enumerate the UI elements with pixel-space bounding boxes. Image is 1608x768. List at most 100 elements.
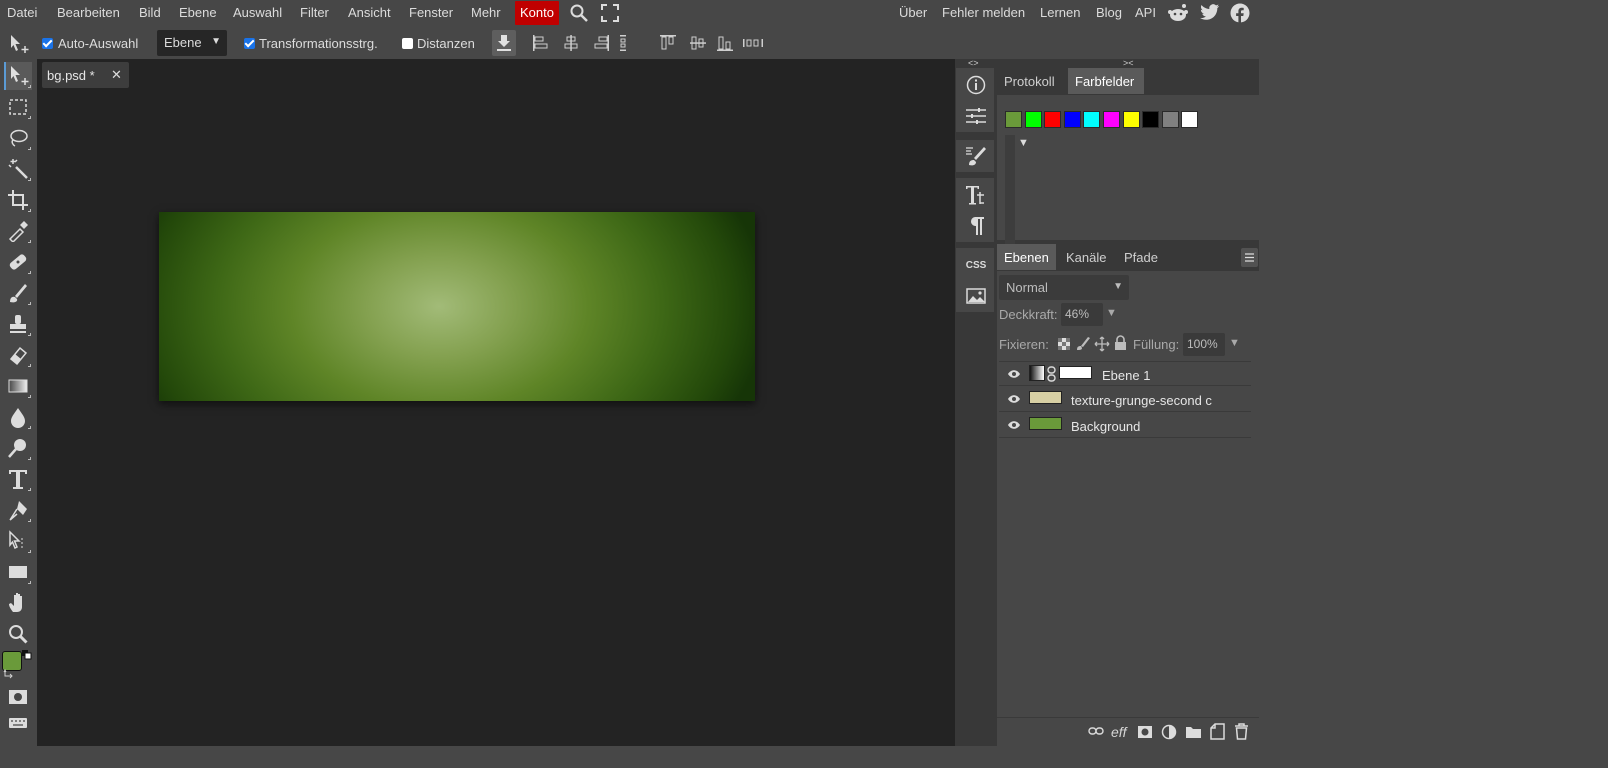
fullscreen-icon[interactable] <box>601 4 619 22</box>
add-mask-icon[interactable] <box>1137 725 1153 739</box>
layer-row-background[interactable]: Background <box>999 413 1251 438</box>
default-colors-icon[interactable] <box>22 650 32 660</box>
color-swatch[interactable] <box>1103 111 1120 128</box>
distribute-v-icon[interactable] <box>742 34 764 52</box>
tool-marquee[interactable] <box>4 93 32 121</box>
align-bottom-icon[interactable] <box>716 34 734 52</box>
blend-mode-select[interactable]: Normal ▼ <box>999 275 1129 300</box>
tool-shape[interactable] <box>4 558 32 586</box>
paragraph-button[interactable] <box>959 211 993 241</box>
swatch-group-toggle-icon[interactable]: ▼ <box>1018 137 1029 149</box>
menu-api[interactable]: API <box>1135 5 1156 20</box>
lock-transparency-icon[interactable] <box>1057 337 1071 351</box>
opacity-input[interactable]: 46% <box>1061 303 1103 326</box>
menu-ebene[interactable]: Ebene <box>179 5 217 20</box>
tool-crop[interactable] <box>4 186 32 214</box>
swatch-scrollbar[interactable] <box>1005 135 1015 245</box>
eye-icon[interactable] <box>1007 369 1021 379</box>
brush-settings-button[interactable] <box>959 141 993 171</box>
reddit-icon[interactable] <box>1167 3 1189 23</box>
menu-filter[interactable]: Filter <box>300 5 329 20</box>
tool-hand[interactable] <box>4 589 32 617</box>
tab-kanaele[interactable]: Kanäle <box>1066 244 1106 270</box>
tool-gradient[interactable] <box>4 372 32 400</box>
tool-keyboard[interactable] <box>4 709 32 737</box>
adjustment-layer-icon[interactable] <box>1161 724 1177 740</box>
align-top-icon[interactable] <box>659 34 677 52</box>
tool-zoom[interactable] <box>4 620 32 648</box>
info-button[interactable] <box>959 70 993 100</box>
color-swatch[interactable] <box>1024 111 1042 128</box>
tool-quick-mask[interactable] <box>4 683 32 711</box>
layer-mask-thumbnail[interactable] <box>1059 366 1092 379</box>
align-left-icon[interactable] <box>532 34 550 52</box>
fill-dropdown-icon[interactable]: ▼ <box>1229 337 1240 349</box>
color-swatch[interactable] <box>1083 111 1101 128</box>
menu-bearbeiten[interactable]: Bearbeiten <box>57 5 120 20</box>
swap-colors-icon[interactable] <box>3 669 14 680</box>
twitter-icon[interactable] <box>1200 4 1220 21</box>
layer-row-texture[interactable]: texture-grunge-second c <box>999 387 1251 412</box>
tool-eraser[interactable] <box>4 341 32 369</box>
menu-datei[interactable]: Datei <box>7 5 37 20</box>
collapse-toggle-left[interactable]: <> <box>968 58 979 68</box>
align-center-h-icon[interactable] <box>562 34 580 52</box>
color-swatch[interactable] <box>1142 111 1160 128</box>
tool-brush[interactable] <box>4 279 32 307</box>
menu-blog[interactable]: Blog <box>1096 5 1122 20</box>
facebook-icon[interactable] <box>1230 3 1250 23</box>
menu-konto[interactable]: Konto <box>515 1 559 25</box>
menu-ueber[interactable]: Über <box>899 5 927 20</box>
color-swatch[interactable] <box>1063 111 1081 128</box>
menu-lernen[interactable]: Lernen <box>1040 5 1080 20</box>
menu-ansicht[interactable]: Ansicht <box>348 5 391 20</box>
fill-input[interactable]: 100% <box>1183 333 1225 356</box>
trash-icon[interactable] <box>1234 723 1249 740</box>
tool-magic-wand[interactable] <box>4 155 32 183</box>
css-button[interactable]: CSS <box>959 250 993 280</box>
character-button[interactable] <box>959 180 993 210</box>
document-canvas[interactable] <box>159 212 755 401</box>
link-layers-icon[interactable] <box>1088 726 1104 736</box>
search-icon[interactable] <box>569 3 589 23</box>
color-swatch[interactable] <box>1005 111 1022 128</box>
align-middle-v-icon[interactable] <box>689 34 707 52</box>
transform-controls-checkbox[interactable] <box>244 38 255 49</box>
color-swatch[interactable] <box>1161 111 1179 128</box>
lock-position-icon[interactable] <box>1094 336 1110 352</box>
download-button[interactable] <box>492 30 516 56</box>
eye-icon[interactable] <box>1007 394 1021 404</box>
tab-ebenen[interactable]: Ebenen <box>997 244 1056 270</box>
tool-lasso[interactable] <box>4 124 32 152</box>
folder-icon[interactable] <box>1185 725 1202 739</box>
tool-path-select[interactable] <box>4 527 32 555</box>
link-icon[interactable] <box>1047 366 1056 382</box>
distribute-h-icon[interactable] <box>618 34 636 52</box>
menu-auswahl[interactable]: Auswahl <box>233 5 282 20</box>
auto-select-target-select[interactable]: Ebene ▼ <box>157 30 227 56</box>
tool-stamp[interactable] <box>4 310 32 338</box>
effects-button[interactable]: eff <box>1111 724 1127 740</box>
menu-fehler-melden[interactable]: Fehler melden <box>942 5 1025 20</box>
layer-name[interactable]: Ebene 1 <box>1102 368 1150 383</box>
tool-move[interactable] <box>4 62 32 90</box>
color-swatch[interactable] <box>1181 111 1199 128</box>
auto-select-checkbox[interactable] <box>42 38 53 49</box>
tab-farbfelder[interactable]: Farbfelder <box>1068 68 1144 94</box>
tool-healing[interactable] <box>4 248 32 276</box>
color-swatch[interactable] <box>1122 111 1140 128</box>
collapse-toggle-right[interactable]: >< <box>1123 58 1134 68</box>
menu-bild[interactable]: Bild <box>139 5 161 20</box>
layer-name[interactable]: Background <box>1071 419 1140 434</box>
eye-icon[interactable] <box>1007 420 1021 430</box>
color-swatch[interactable] <box>1044 111 1062 128</box>
tool-pen[interactable] <box>4 496 32 524</box>
foreground-color-chip[interactable] <box>2 651 22 671</box>
layers-menu-button[interactable] <box>1241 248 1258 267</box>
layer-row-ebene-1[interactable]: Ebene 1 <box>999 361 1251 386</box>
tool-eyedropper[interactable] <box>4 217 32 245</box>
menu-mehr[interactable]: Mehr <box>471 5 501 20</box>
new-layer-icon[interactable] <box>1210 723 1225 740</box>
opacity-dropdown-icon[interactable]: ▼ <box>1106 307 1117 319</box>
lock-all-icon[interactable] <box>1114 335 1127 351</box>
